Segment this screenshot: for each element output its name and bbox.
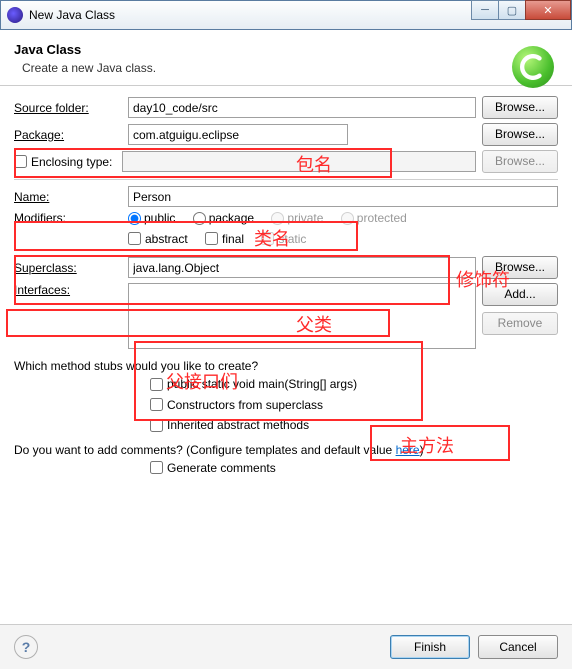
interfaces-remove-button: Remove — [482, 312, 558, 335]
enclosing-browse-button: Browse... — [482, 150, 558, 173]
package-label: Package: — [14, 128, 122, 142]
dialog-title: Java Class — [14, 42, 558, 57]
superclass-label: Superclass: — [14, 261, 122, 275]
close-button[interactable]: ✕ — [525, 0, 571, 20]
stub-main-checkbox[interactable]: public static void main(String[] args) — [150, 377, 357, 391]
superclass-browse-button[interactable]: Browse... — [482, 256, 558, 279]
finish-button[interactable]: Finish — [390, 635, 470, 659]
titlebar: New Java Class ─ ▢ ✕ — [0, 0, 572, 30]
modifier-package[interactable]: package — [193, 211, 254, 225]
stub-constructors-checkbox[interactable]: Constructors from superclass — [150, 398, 323, 412]
interfaces-label: Interfaces: — [14, 283, 122, 297]
modifier-final[interactable]: final — [205, 232, 244, 246]
minimize-button[interactable]: ─ — [471, 0, 499, 20]
cancel-button[interactable]: Cancel — [478, 635, 558, 659]
dialog-header: Java Class Create a new Java class. — [0, 30, 572, 86]
source-folder-browse-button[interactable]: Browse... — [482, 96, 558, 119]
source-folder-label: Source folder: — [14, 101, 122, 115]
maximize-button[interactable]: ▢ — [498, 0, 526, 20]
name-label: Name: — [14, 190, 122, 204]
generate-comments-checkbox[interactable]: Generate comments — [150, 461, 276, 475]
java-class-icon — [512, 46, 554, 88]
dialog-body: Source folder: Browse... Package: Browse… — [0, 86, 572, 483]
modifiers-label: Modifiers: — [14, 211, 122, 225]
dialog-footer: ? Finish Cancel — [0, 624, 572, 669]
modifier-protected: protected — [341, 211, 407, 225]
eclipse-icon — [7, 7, 23, 23]
modifier-private: private — [271, 211, 323, 225]
comments-question: Do you want to add comments? (Configure … — [14, 443, 558, 457]
enclosing-type-checkbox[interactable]: Enclosing type: — [14, 155, 112, 169]
name-input[interactable] — [128, 186, 558, 207]
dialog-subtitle: Create a new Java class. — [22, 61, 558, 75]
modifier-static: static — [261, 232, 306, 246]
interfaces-list[interactable] — [128, 283, 476, 349]
window-buttons: ─ ▢ ✕ — [472, 0, 571, 20]
source-folder-input[interactable] — [128, 97, 476, 118]
configure-link[interactable]: here — [396, 443, 420, 457]
stub-inherited-checkbox[interactable]: Inherited abstract methods — [150, 418, 309, 432]
help-button[interactable]: ? — [14, 635, 38, 659]
modifier-abstract[interactable]: abstract — [128, 232, 188, 246]
package-browse-button[interactable]: Browse... — [482, 123, 558, 146]
interfaces-add-button[interactable]: Add... — [482, 283, 558, 306]
window-title: New Java Class — [29, 8, 115, 22]
superclass-input[interactable] — [128, 257, 476, 278]
package-input[interactable] — [128, 124, 348, 145]
modifier-public[interactable]: public — [128, 211, 175, 225]
stubs-question: Which method stubs would you like to cre… — [14, 359, 558, 373]
separator — [14, 179, 558, 180]
enclosing-type-input — [122, 151, 476, 172]
